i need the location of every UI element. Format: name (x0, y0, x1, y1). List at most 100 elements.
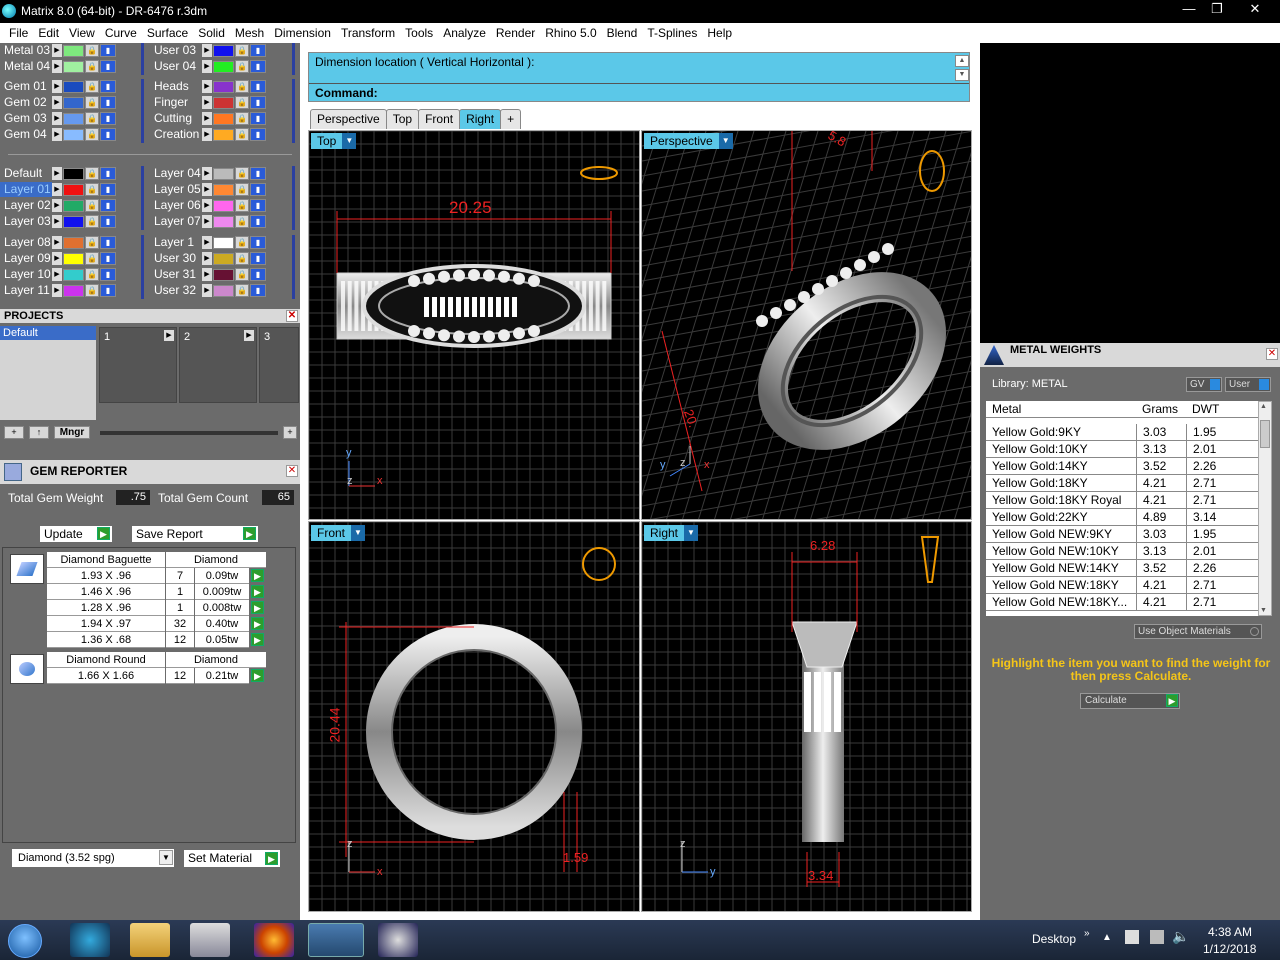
lock-icon[interactable]: 🔒 (235, 236, 249, 249)
layer-row[interactable]: Gem 03 ▶ 🔒 ▮ (0, 111, 117, 126)
lock-icon[interactable]: 🔒 (235, 183, 249, 196)
manager-button[interactable]: Mngr (54, 426, 90, 439)
metal-row[interactable]: Yellow Gold NEW:9KY 3.03 1.95 (986, 526, 1258, 543)
layer-color-swatch[interactable] (213, 96, 234, 109)
layer-name[interactable]: User 03 (150, 43, 202, 58)
layer-row[interactable]: Layer 03 ▶ 🔒 ▮ (0, 214, 117, 229)
select-gem-button[interactable]: ▶ (251, 617, 264, 630)
layer-arrow-icon[interactable]: ▶ (202, 236, 212, 249)
layer-color-swatch[interactable] (63, 96, 84, 109)
layer-color-swatch[interactable] (213, 284, 234, 297)
layer-color-swatch[interactable] (63, 236, 84, 249)
lock-icon[interactable]: 🔒 (235, 284, 249, 297)
visibility-icon[interactable]: ▮ (100, 167, 116, 180)
metal-row[interactable]: Yellow Gold:14KY 3.52 2.26 (986, 458, 1258, 475)
layer-row[interactable]: Layer 10 ▶ 🔒 ▮ (0, 267, 117, 282)
lock-icon[interactable]: 🔒 (235, 112, 249, 125)
layer-row[interactable]: Layer 05 ▶ 🔒 ▮ (150, 182, 267, 197)
layer-color-swatch[interactable] (63, 112, 84, 125)
lock-icon[interactable]: 🔒 (85, 80, 99, 93)
lock-icon[interactable]: 🔒 (85, 284, 99, 297)
select-gem-button[interactable]: ▶ (251, 669, 264, 682)
chevron-icon[interactable]: » (1084, 928, 1090, 939)
layer-arrow-icon[interactable]: ▶ (202, 284, 212, 297)
menu-item-transform[interactable]: Transform (336, 26, 400, 40)
lock-icon[interactable]: 🔒 (235, 268, 249, 281)
layer-arrow-icon[interactable]: ▶ (52, 96, 62, 109)
menu-item-t-splines[interactable]: T-Splines (642, 26, 702, 40)
layer-name[interactable]: Layer 11 (0, 283, 52, 298)
file-explorer-icon[interactable] (130, 923, 170, 957)
gv-toggle[interactable]: GV (1186, 377, 1222, 392)
close-icon[interactable]: ✕ (286, 310, 298, 322)
layer-name[interactable]: Cutting (150, 111, 202, 126)
lock-icon[interactable]: 🔒 (85, 268, 99, 281)
layer-arrow-icon[interactable]: ▶ (52, 252, 62, 265)
project-default[interactable]: Default (0, 326, 96, 340)
layer-color-swatch[interactable] (213, 268, 234, 281)
perspective-viewport-label[interactable]: Perspective ▼ (644, 133, 733, 149)
lock-icon[interactable]: 🔒 (85, 44, 99, 57)
visibility-icon[interactable]: ▮ (250, 183, 266, 196)
set-material-button[interactable]: Set Material ▶ (184, 850, 280, 867)
select-gem-button[interactable]: ▶ (251, 569, 264, 582)
layer-color-swatch[interactable] (213, 236, 234, 249)
visibility-icon[interactable]: ▮ (100, 44, 116, 57)
layer-color-swatch[interactable] (63, 44, 84, 57)
layer-color-swatch[interactable] (213, 128, 234, 141)
lock-icon[interactable]: 🔒 (235, 80, 249, 93)
layer-row[interactable]: User 32 ▶ 🔒 ▮ (150, 283, 267, 298)
layer-color-swatch[interactable] (63, 80, 84, 93)
menu-item-analyze[interactable]: Analyze (438, 26, 491, 40)
menu-item-surface[interactable]: Surface (142, 26, 193, 40)
visibility-icon[interactable]: ▮ (250, 112, 266, 125)
layer-row[interactable]: User 03 ▶ 🔒 ▮ (150, 43, 267, 58)
layer-arrow-icon[interactable]: ▶ (52, 44, 62, 57)
maximize-button[interactable]: ❐ (1202, 0, 1232, 18)
projects-list[interactable]: Default (0, 326, 96, 420)
layer-name[interactable]: Heads (150, 79, 202, 94)
layer-row[interactable]: Layer 1 ▶ 🔒 ▮ (150, 235, 267, 250)
visibility-icon[interactable]: ▮ (250, 128, 266, 141)
layer-color-swatch[interactable] (213, 252, 234, 265)
lock-icon[interactable]: 🔒 (235, 60, 249, 73)
visibility-icon[interactable]: ▮ (250, 167, 266, 180)
lock-icon[interactable]: 🔒 (85, 252, 99, 265)
visibility-icon[interactable]: ▮ (100, 215, 116, 228)
volume-icon[interactable]: 🔈 (1172, 928, 1189, 945)
layer-color-swatch[interactable] (213, 112, 234, 125)
layer-arrow-icon[interactable]: ▶ (52, 80, 62, 93)
use-object-materials-toggle[interactable]: Use Object Materials (1134, 624, 1262, 639)
desktop-toolbar-label[interactable]: Desktop (1032, 932, 1076, 946)
visibility-icon[interactable]: ▮ (250, 284, 266, 297)
layer-row[interactable]: Metal 04 ▶ 🔒 ▮ (0, 59, 117, 74)
layer-row[interactable]: Layer 09 ▶ 🔒 ▮ (0, 251, 117, 266)
metal-table-scrollbar[interactable]: ▲ ▼ (1258, 401, 1272, 616)
layer-arrow-icon[interactable]: ▶ (52, 199, 62, 212)
visibility-icon[interactable]: ▮ (100, 236, 116, 249)
layer-row[interactable]: User 04 ▶ 🔒 ▮ (150, 59, 267, 74)
lock-icon[interactable]: 🔒 (85, 167, 99, 180)
minimize-button[interactable]: — (1174, 0, 1204, 18)
metal-weights-table[interactable]: Metal Grams DWT Yellow Gold:9KY 3.03 1.95 Yell… (986, 401, 1258, 616)
lock-icon[interactable]: 🔒 (85, 128, 99, 141)
layer-arrow-icon[interactable]: ▶ (202, 44, 212, 57)
layer-row[interactable]: Gem 04 ▶ 🔒 ▮ (0, 127, 117, 142)
layer-arrow-icon[interactable]: ▶ (202, 167, 212, 180)
scroll-up-icon[interactable]: ▲ (1260, 403, 1267, 410)
layer-color-swatch[interactable] (63, 60, 84, 73)
tab-front[interactable]: Front (418, 109, 461, 129)
media-player-icon[interactable] (190, 923, 230, 957)
layer-arrow-icon[interactable]: ▶ (52, 112, 62, 125)
metal-row[interactable]: Yellow Gold NEW:14KY 3.52 2.26 (986, 560, 1258, 577)
select-gem-button[interactable]: ▶ (251, 601, 264, 614)
action-center-icon[interactable] (1125, 930, 1139, 944)
lock-icon[interactable]: 🔒 (85, 236, 99, 249)
menu-item-dimension[interactable]: Dimension (269, 26, 336, 40)
lock-icon[interactable]: 🔒 (235, 167, 249, 180)
menu-item-mesh[interactable]: Mesh (230, 26, 269, 40)
layer-row[interactable]: Layer 06 ▶ 🔒 ▮ (150, 198, 267, 213)
visibility-icon[interactable]: ▮ (250, 236, 266, 249)
layer-row[interactable]: User 31 ▶ 🔒 ▮ (150, 267, 267, 282)
layer-name[interactable]: Metal 04 (0, 59, 52, 74)
